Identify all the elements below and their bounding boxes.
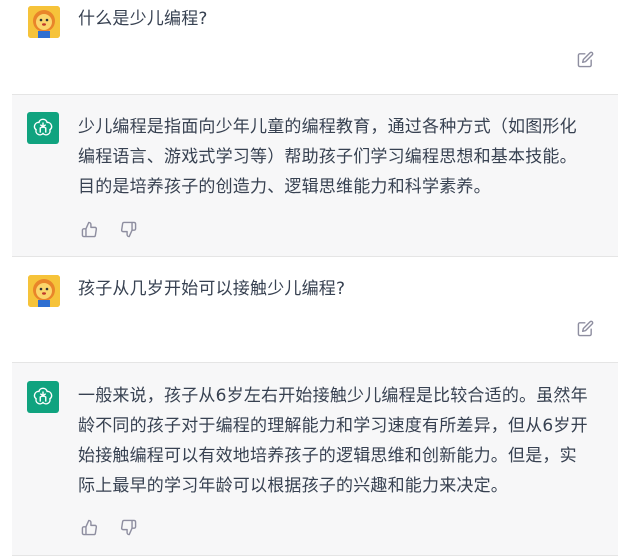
assistant-avatar <box>27 112 59 144</box>
thumbs-down-button[interactable] <box>118 219 138 239</box>
assistant-message-line: 龄不同的孩子对于编程的理解能力和学习速度有所差异，但从6岁开 <box>78 416 588 436</box>
edit-icon <box>577 51 593 67</box>
openai-logo-icon <box>33 118 53 136</box>
assistant-message-line: 始接触编程可以有效地培养孩子的逻辑思维和创新能力。但是，实 <box>78 446 577 466</box>
thumbs-up-button[interactable] <box>79 219 99 239</box>
assistant-message: 一般来说，孩子从6岁左右开始接触少儿编程是比较合适的。虽然年 龄不同的孩子对于编… <box>12 362 618 556</box>
assistant-message-line: 少儿编程是指面向少年儿童的编程教育，通过各种方式（如图形化 <box>78 117 577 137</box>
thumbs-up-icon <box>81 519 97 535</box>
assistant-message-line: 目的是培养孩子的创造力、逻辑思维能力和科学素养。 <box>78 177 491 197</box>
user-avatar <box>28 6 60 38</box>
assistant-message-line: 编程语言、游戏式学习等）帮助孩子们学习编程思想和基本技能。 <box>78 147 577 167</box>
thumbs-down-icon <box>120 221 136 237</box>
user-message: 什么是少儿编程? <box>0 0 620 92</box>
assistant-message-line: 一般来说，孩子从6岁左右开始接触少儿编程是比较合适的。虽然年 <box>78 386 588 406</box>
edit-message-button[interactable] <box>575 49 595 69</box>
chat-thread: 什么是少儿编程? 少儿编程是指面向少年儿童的编程教育，通过各种方式（如图形化 编… <box>0 0 620 558</box>
user-message: 孩子从几岁开始可以接触少儿编程? <box>0 258 620 361</box>
assistant-avatar <box>27 381 59 413</box>
assistant-message: 少儿编程是指面向少年儿童的编程教育，通过各种方式（如图形化 编程语言、游戏式学习… <box>12 94 618 257</box>
lion-avatar-icon <box>28 275 60 307</box>
user-message-text: 什么是少儿编程? <box>78 9 208 29</box>
user-avatar <box>28 275 60 307</box>
edit-icon <box>577 320 593 336</box>
lion-avatar-icon <box>28 6 60 38</box>
thumbs-down-icon <box>120 519 136 535</box>
openai-logo-icon <box>33 387 53 405</box>
user-message-text: 孩子从几岁开始可以接触少儿编程? <box>78 279 346 299</box>
thumbs-down-button[interactable] <box>118 517 138 537</box>
assistant-message-line: 际上最早的学习年龄可以根据孩子的兴趣和能力来决定。 <box>78 476 508 496</box>
thumbs-up-button[interactable] <box>79 517 99 537</box>
edit-message-button[interactable] <box>575 318 595 338</box>
thumbs-up-icon <box>81 221 97 237</box>
